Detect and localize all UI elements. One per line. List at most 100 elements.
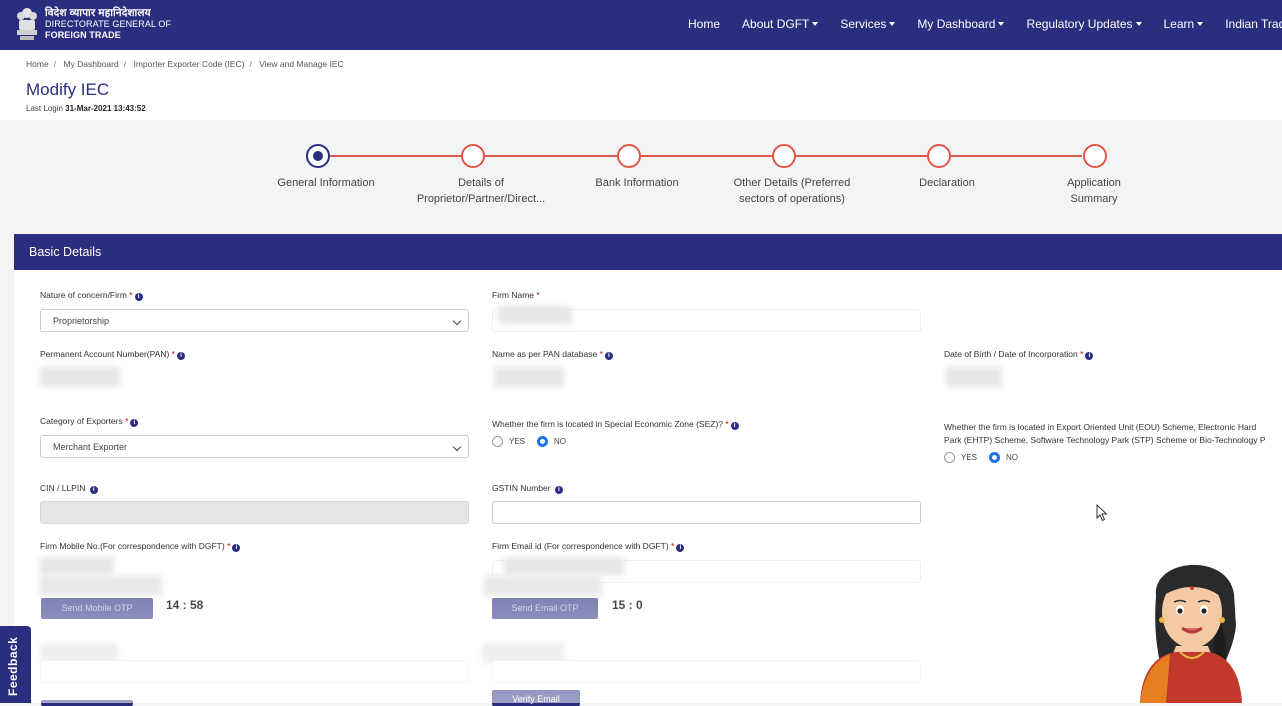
step-6-label-line2: Summary [1070,193,1118,205]
sez-radio-group: YES NO [492,436,578,447]
info-icon[interactable]: i [232,544,241,552]
info-icon[interactable]: i [176,352,185,360]
send-email-otp-button[interactable]: Send Email OTP [492,598,598,619]
nature-of-concern-text: Nature of concern/Firm [40,290,127,300]
info-icon[interactable]: i [130,419,139,427]
required-mark: * [1080,349,1084,359]
info-icon[interactable]: i [554,486,563,494]
breadcrumb-separator: / [249,59,252,69]
info-icon[interactable]: i [604,352,613,360]
step-6-label[interactable]: Application Summary [1019,175,1169,207]
firm-mobile-text: Firm Mobile No.(For correspondence with … [40,541,225,551]
step-6-label-line1: Application [1067,177,1121,189]
step-2-circle[interactable] [461,144,485,168]
step-3-label[interactable]: Bank Information [562,175,712,191]
required-mark: * [725,419,729,429]
category-of-exporters-select[interactable]: Merchant Exporter [40,435,469,458]
chevron-down-icon [1135,22,1142,26]
nav-regulatory-updates[interactable]: Regulatory Updates [1026,17,1142,31]
nature-of-concern-select[interactable]: Proprietorship [40,309,469,332]
date-of-birth-label: Date of Birth / Date of Incorporation * i [944,349,1094,360]
breadcrumb-iec[interactable]: Importer Exporter Code (IEC) [133,59,244,69]
sez-no-radio[interactable] [537,436,549,447]
national-emblem-icon [17,8,37,40]
breadcrumb-view-manage: View and Manage IEC [259,59,344,69]
breadcrumb-home[interactable]: Home [26,59,49,69]
step-4-circle[interactable] [772,144,796,168]
sez-label-text: Whether the firm is located in Special E… [492,419,724,429]
firm-email-label: Firm Email id (For correspondence with D… [492,541,685,552]
step-3-circle[interactable] [617,144,641,168]
breadcrumb-dashboard[interactable]: My Dashboard [63,59,118,69]
name-as-per-pan-text: Name as per PAN database [492,349,598,359]
redacted-pan [40,367,120,387]
last-login: Last Login 31-Mar-2021 13:43:52 [26,104,146,113]
step-4-label[interactable]: Other Details (Preferred sectors of opera… [717,175,867,207]
eou-label-line1: Whether the firm is located in Export Or… [944,422,1257,432]
main-nav: Home About DGFT Services My Dashboard Re… [688,17,1282,31]
info-icon[interactable]: i [1085,352,1094,360]
category-of-exporters-label: Category of Exporters * i [40,416,139,427]
nav-learn[interactable]: Learn [1164,17,1204,31]
info-icon[interactable]: i [89,486,98,494]
nav-about-dgft[interactable]: About DGFT [742,17,819,31]
step-2-label-line2: Proprietor/Partner/Direct... [416,193,546,205]
nav-learn-label: Learn [1163,17,1195,31]
verify-email-button[interactable]: Verify Email [492,690,580,706]
brand-hindi: विदेश व्यापार महानिदेशालय [45,6,151,19]
step-5-circle[interactable] [927,144,951,168]
cin-llpin-text: CIN / LLPIN [40,483,86,493]
nav-services[interactable]: Services [840,17,896,31]
info-icon[interactable]: i [676,544,685,552]
gstin-input[interactable] [492,501,921,524]
feedback-tab[interactable]: Feedback [0,626,31,703]
chevron-down-icon [812,22,819,26]
firm-mobile-label: Firm Mobile No.(For correspondence with … [40,541,241,552]
dgft-logo[interactable]: विदेश व्यापार महानिदेशालय DIRECTORATE GE… [14,5,171,43]
step-1-label[interactable]: General Information [251,175,401,191]
step-2-label[interactable]: Details of Proprietor/Partner/Direct... [406,175,556,207]
eou-label-line2: Park (EHTP) Scheme, Software Technology … [944,435,1266,445]
send-mobile-otp-button[interactable]: Send Mobile OTP [41,598,153,619]
breadcrumb-separator: / [123,59,127,69]
eou-no-radio[interactable] [989,452,1001,463]
progress-stepper: General Information Details of Proprietor… [0,120,1282,234]
verify-mobile-button[interactable] [41,700,133,706]
chevron-down-icon [1197,22,1204,26]
step-3-label-line1: Bank Information [595,177,679,189]
assistant-avatar-illustration [1140,564,1242,703]
info-icon[interactable]: i [730,422,739,430]
mobile-otp-input[interactable] [40,660,469,683]
required-mark: * [171,349,175,359]
redacted-firm-name [498,306,572,324]
cin-llpin-input [40,501,469,524]
info-icon[interactable]: i [134,293,143,301]
page-title: Modify IEC [26,80,110,99]
mobile-otp-timer: 14 : 58 [166,598,204,612]
email-otp-timer: 15 : 0 [612,598,643,612]
cin-llpin-label: CIN / LLPIN i [40,483,98,494]
step-1-circle[interactable] [306,144,330,168]
nav-services-label: Services [840,17,887,31]
nav-home[interactable]: Home [688,17,720,31]
gstin-label: GSTIN Number i [492,483,563,494]
redacted-mobile-b [40,576,162,596]
nav-indian-trade-portal[interactable]: Indian Trade Servic [1225,17,1282,31]
eou-yes-radio[interactable] [944,452,955,463]
last-login-value: 31-Mar-2021 13:43:52 [65,104,146,113]
firm-name-label: Firm Name * [492,290,540,300]
basic-details-form [14,270,1282,703]
sez-yes-radio[interactable] [492,436,503,447]
mouse-cursor-icon [1096,504,1108,522]
brand-line2: FOREIGN TRADE [45,29,121,40]
email-otp-input[interactable] [492,660,921,683]
step-2-label-line1: Details of [458,177,504,189]
step-6-circle[interactable] [1083,144,1107,168]
nav-regulatory-label: Regulatory Updates [1026,17,1133,31]
step-5-label[interactable]: Declaration [872,175,1022,191]
nav-my-dashboard[interactable]: My Dashboard [917,17,1005,31]
eou-yes-label: YES [961,453,978,462]
redacted-pan-name [494,367,564,387]
step-4-label-line1: Other Details (Preferred [733,177,851,189]
top-navbar: विदेश व्यापार महानिदेशालय DIRECTORATE GE… [0,0,1282,50]
